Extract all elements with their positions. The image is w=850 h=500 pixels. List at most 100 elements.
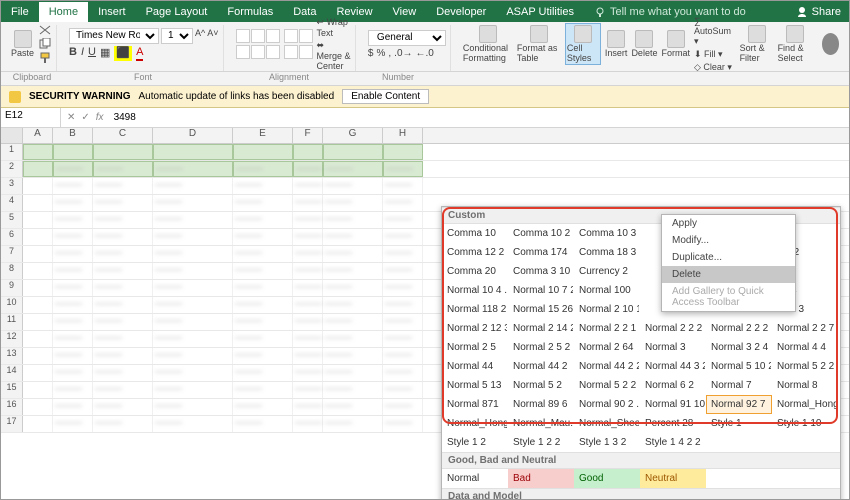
cell[interactable]: ———: [323, 212, 383, 228]
col-header[interactable]: B: [53, 128, 93, 143]
cell[interactable]: ———: [53, 212, 93, 228]
cell[interactable]: ———: [233, 314, 293, 330]
cell[interactable]: ———: [293, 382, 323, 398]
tab-file[interactable]: File: [1, 2, 39, 22]
cell[interactable]: ———: [53, 229, 93, 245]
border-button[interactable]: ▦: [100, 46, 110, 61]
cell[interactable]: ———: [293, 348, 323, 364]
cell[interactable]: ———: [383, 416, 423, 432]
cell[interactable]: [233, 144, 293, 160]
row-header[interactable]: 8: [1, 263, 23, 279]
cell[interactable]: ———: [383, 263, 423, 279]
cell[interactable]: ———: [323, 195, 383, 211]
row-header[interactable]: 16: [1, 399, 23, 415]
currency-button[interactable]: $: [368, 48, 374, 59]
cell[interactable]: ———: [383, 348, 423, 364]
cell[interactable]: [23, 365, 53, 381]
cell[interactable]: ———: [93, 348, 153, 364]
format-cells-button[interactable]: Format: [661, 30, 690, 59]
style-item[interactable]: Style 1 2 2: [508, 433, 574, 452]
cell[interactable]: ———: [153, 331, 233, 347]
col-header[interactable]: F: [293, 128, 323, 143]
cell[interactable]: ———: [233, 297, 293, 313]
select-all-triangle[interactable]: [1, 128, 23, 143]
name-box[interactable]: E12: [1, 108, 61, 127]
cell[interactable]: [23, 144, 53, 160]
cell[interactable]: ———: [53, 365, 93, 381]
delete-cells-button[interactable]: Delete: [631, 30, 657, 59]
cell[interactable]: ———: [383, 280, 423, 296]
style-item[interactable]: Style 1 2: [442, 433, 508, 452]
cell[interactable]: ———: [323, 229, 383, 245]
halign-buttons[interactable]: [236, 45, 280, 59]
font-color-button[interactable]: A: [136, 46, 143, 61]
col-header[interactable]: G: [323, 128, 383, 143]
row-header[interactable]: 4: [1, 195, 23, 211]
cell[interactable]: ———: [93, 161, 153, 177]
cell[interactable]: ———: [293, 280, 323, 296]
cell[interactable]: ———: [153, 229, 233, 245]
cell[interactable]: ———: [53, 348, 93, 364]
cell[interactable]: [23, 297, 53, 313]
style-item[interactable]: Normal 5 2 2 ...: [574, 376, 640, 395]
cell[interactable]: ———: [293, 314, 323, 330]
bold-button[interactable]: B: [69, 46, 77, 61]
cell[interactable]: ———: [233, 229, 293, 245]
style-item[interactable]: Normal 5 2: [508, 376, 574, 395]
cell[interactable]: ———: [53, 178, 93, 194]
comma-button[interactable]: ,: [388, 48, 391, 59]
cell[interactable]: [383, 144, 423, 160]
number-format-select[interactable]: General: [368, 30, 446, 46]
cell[interactable]: ———: [323, 161, 383, 177]
style-item[interactable]: Comma 10 2 2: [508, 224, 574, 243]
cell[interactable]: [23, 382, 53, 398]
style-item[interactable]: Normal 44 2 2: [574, 357, 640, 376]
cell[interactable]: ———: [233, 246, 293, 262]
row-header[interactable]: 6: [1, 229, 23, 245]
style-item[interactable]: Normal 90 2 ...: [574, 395, 640, 414]
style-item[interactable]: Normal 5 10 2: [706, 357, 772, 376]
cell[interactable]: ———: [383, 314, 423, 330]
style-neutral[interactable]: Neutral: [640, 469, 706, 488]
style-item[interactable]: Normal 44: [442, 357, 508, 376]
style-item[interactable]: Percent 28: [640, 414, 706, 433]
cell[interactable]: ———: [383, 382, 423, 398]
style-item[interactable]: Normal 91 10 2: [640, 395, 706, 414]
cell[interactable]: ———: [53, 382, 93, 398]
cell[interactable]: ———: [93, 229, 153, 245]
ctx-add-to-qat[interactable]: Add Gallery to Quick Access Toolbar: [662, 283, 795, 311]
style-item[interactable]: Comma 10: [442, 224, 508, 243]
cell[interactable]: ———: [383, 399, 423, 415]
style-item[interactable]: Normal 3: [640, 338, 706, 357]
tab-developer[interactable]: Developer: [426, 2, 496, 22]
formula-input[interactable]: 3498: [110, 110, 849, 125]
cell[interactable]: ———: [293, 331, 323, 347]
style-item[interactable]: Normal 118 2: [442, 300, 508, 319]
cancel-formula-icon[interactable]: ✕: [67, 112, 75, 123]
style-item[interactable]: Normal 871: [442, 395, 508, 414]
paste-button[interactable]: Paste: [11, 30, 34, 59]
cell[interactable]: ———: [383, 161, 423, 177]
style-item[interactable]: Comma 18 3: [574, 243, 640, 262]
cell[interactable]: ———: [323, 178, 383, 194]
style-item[interactable]: Normal 2 64: [574, 338, 640, 357]
dec-decimal-button[interactable]: ←.0: [416, 48, 434, 59]
percent-button[interactable]: %: [376, 48, 385, 59]
fill-color-button[interactable]: ⬛: [114, 46, 132, 61]
cell[interactable]: ———: [383, 246, 423, 262]
style-item[interactable]: Normal 6 2: [640, 376, 706, 395]
style-item[interactable]: Normal 5 13: [442, 376, 508, 395]
style-item[interactable]: Normal 7: [706, 376, 772, 395]
cell[interactable]: ———: [233, 178, 293, 194]
font-size-select[interactable]: 12: [161, 28, 193, 44]
cell[interactable]: ———: [153, 314, 233, 330]
cell[interactable]: ———: [233, 331, 293, 347]
cell[interactable]: ———: [383, 365, 423, 381]
cell[interactable]: ———: [53, 399, 93, 415]
indent-buttons[interactable]: [284, 29, 313, 43]
row-header[interactable]: 15: [1, 382, 23, 398]
tab-view[interactable]: View: [383, 2, 427, 22]
cell[interactable]: ———: [93, 416, 153, 432]
style-item[interactable]: Normal 2 5 2: [508, 338, 574, 357]
row-header[interactable]: 3: [1, 178, 23, 194]
